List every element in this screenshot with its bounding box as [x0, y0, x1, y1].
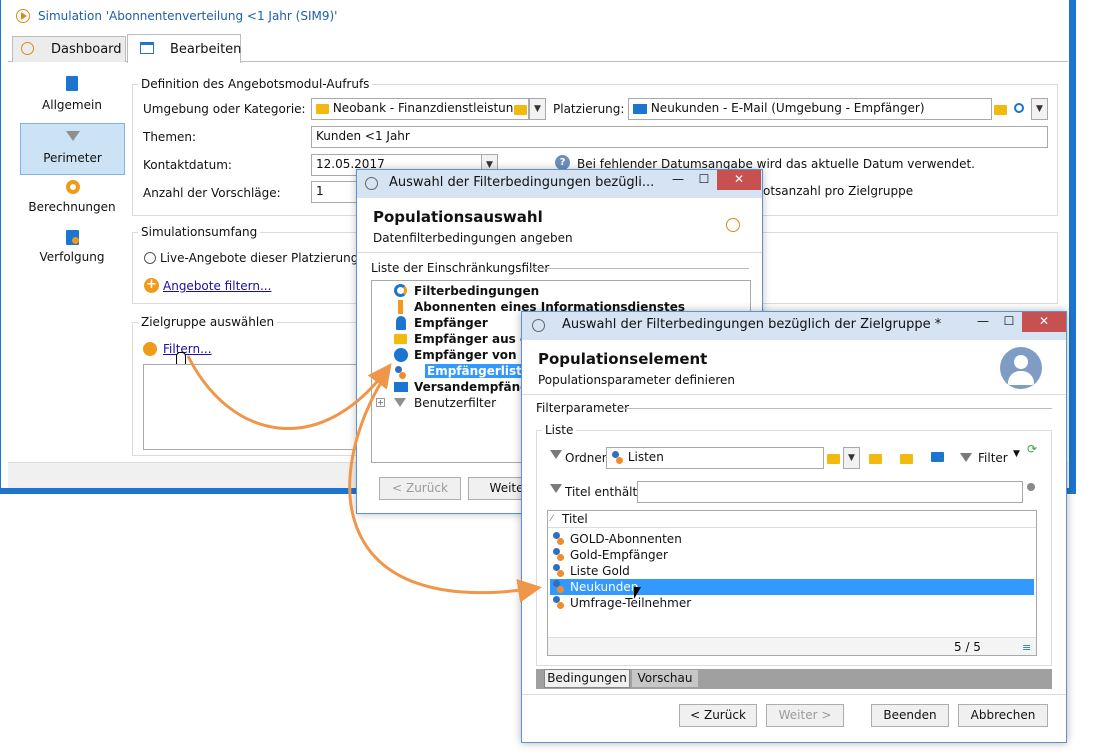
annotation-arrows — [186, 355, 542, 603]
arrow-to-dialog1 — [186, 355, 392, 431]
arrow-to-dialog2 — [348, 373, 542, 603]
